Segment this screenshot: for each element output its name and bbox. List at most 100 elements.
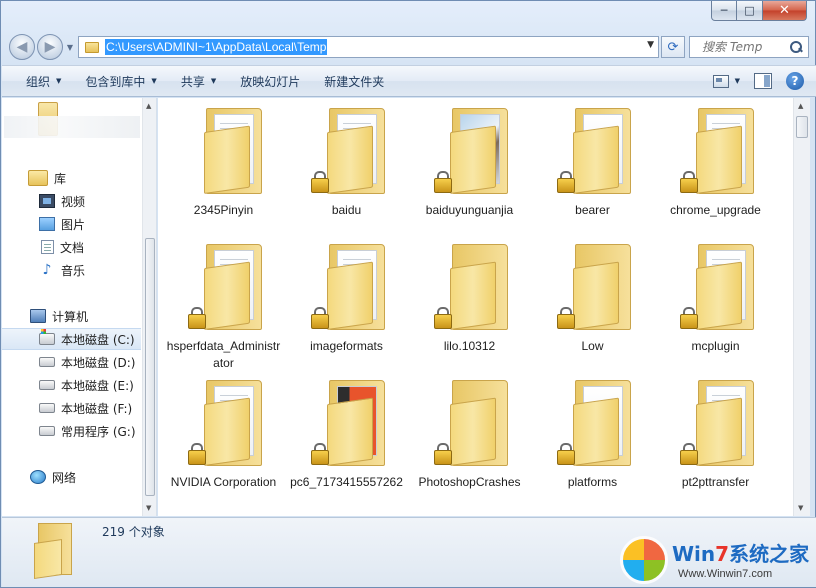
sidebar-item-music[interactable]: ♪ 音乐 [2,259,141,281]
folder-item[interactable]: pt2pttransfer [654,374,777,510]
folder-name: NVIDIA Corporation [170,475,277,489]
help-icon[interactable]: ? [786,72,804,90]
preview-pane-icon[interactable] [754,73,772,89]
search-box[interactable] [689,36,809,58]
folder-icon [32,523,76,579]
slideshow-label: 放映幻灯片 [240,74,301,89]
maximize-button[interactable]: □ [737,1,763,21]
close-button[interactable]: ✕ [763,1,807,21]
scroll-down-icon[interactable]: ▼ [146,504,151,512]
address-path[interactable]: C:\Users\ADMINI~1\AppData\Local\Temp [105,39,328,55]
sidebar-item-drive-g[interactable]: 常用程序 (G:) [2,420,141,442]
lock-icon [187,307,206,329]
sidebar-item-label: 本地磁盘 (F:) [61,401,133,416]
scrollbar-thumb[interactable] [796,116,808,138]
sidebar-item-drive-c[interactable]: 本地磁盘 (C:) [2,328,141,350]
forward-button[interactable]: ▶ [37,34,63,60]
content-scrollbar[interactable]: ▲ ▼ [793,98,810,516]
folder-item[interactable]: baiduyunguanjia [408,102,531,238]
folder-icon [307,238,387,334]
scroll-up-icon[interactable]: ▲ [798,102,803,110]
folder-name: 2345Pinyin [193,203,254,217]
folder-icon [676,102,756,198]
lock-icon [556,171,575,193]
watermark-url: Www.Winwin7.com [678,568,773,580]
lock-icon [679,443,698,465]
folder-item[interactable]: PhotoshopCrashes [408,374,531,510]
sidebar-item-videos[interactable]: 视频 [2,190,141,212]
folder-item[interactable]: lilo.10312 [408,238,531,374]
folder-name: hsperfdata_Administrator [166,339,281,370]
folder-item[interactable]: hsperfdata_Administrator [162,238,285,374]
sidebar-item-label: 本地磁盘 (C:) [61,332,135,347]
share-menu[interactable]: 共享 ▼ [171,73,230,90]
video-icon [39,194,55,208]
folder-icon [85,41,99,53]
folder-name: baidu [331,203,362,217]
sidebar-item-label: 文档 [60,240,85,255]
folder-icon [184,238,264,334]
blurred-item [4,116,140,138]
recent-pages-dropdown[interactable]: ▼ [63,43,77,52]
refresh-button[interactable]: ⟳ [661,36,685,58]
include-in-library-menu[interactable]: 包含到库中 ▼ [75,73,170,90]
new-folder-button[interactable]: 新建文件夹 [314,73,398,90]
folder-item[interactable]: bearer [531,102,654,238]
folder-item[interactable]: mcplugin [654,238,777,374]
folder-item[interactable]: platforms [531,374,654,510]
watermark: Win7系统之家 Www.Winwin7.com [620,536,816,586]
organize-menu[interactable]: 组织 ▼ [16,73,75,90]
folder-name: PhotoshopCrashes [418,475,521,489]
sidebar-item-drive-e[interactable]: 本地磁盘 (E:) [2,374,141,396]
chevron-down-icon: ▼ [151,77,157,85]
scrollbar-thumb[interactable] [145,238,155,496]
folder-name: Low [581,339,604,353]
sidebar-item-libraries[interactable]: 库 [2,167,141,189]
folder-item[interactable]: NVIDIA Corporation [162,374,285,510]
item-count: 219 个对象 [102,525,165,539]
sidebar-item-label: 网络 [52,470,77,485]
sidebar-item-computer[interactable]: 计算机 [2,305,141,327]
sidebar-item-drive-d[interactable]: 本地磁盘 (D:) [2,351,141,373]
folder-item[interactable]: 2345Pinyin [162,102,285,238]
view-options-chevron-icon[interactable]: ▼ [735,77,740,85]
back-button[interactable]: ◀ [9,34,35,60]
folder-item[interactable]: chrome_upgrade [654,102,777,238]
folder-icon [184,374,264,470]
explorer-window: ─ □ ✕ ◀ ▶ ▼ C:\Users\ADMINI~1\AppData\Lo… [0,0,816,588]
details-pane: 219 个对象 Win7系统之家 Www.Winwin7.com [2,517,816,587]
sidebar-item-label: 图片 [61,217,86,232]
folder-icon [307,102,387,198]
change-view-icon[interactable] [712,74,729,88]
folder-icon [430,102,510,198]
address-dropdown-icon[interactable]: ▼ [647,40,654,50]
sidebar-item-drive-f[interactable]: 本地磁盘 (F:) [2,397,141,419]
sidebar-item-network[interactable]: 网络 [2,466,141,488]
scroll-up-icon[interactable]: ▲ [146,102,151,110]
folder-item[interactable]: imageformats [285,238,408,374]
sidebar-item-label: 本地磁盘 (E:) [61,378,134,393]
navigation-pane: 库 视频 图片 文档 ♪ 音乐 计算机 本地磁盘 (C:) 本地磁盘 (D:) [2,98,157,516]
slideshow-button[interactable]: 放映幻灯片 [230,73,314,90]
command-bar: 组织 ▼ 包含到库中 ▼ 共享 ▼ 放映幻灯片 新建文件夹 ▼ ? [2,65,816,97]
minimize-button[interactable]: ─ [711,1,737,21]
lock-icon [679,307,698,329]
scroll-down-icon[interactable]: ▼ [798,504,803,512]
sidebar-item-documents[interactable]: 文档 [2,236,141,258]
sidebar-item-pictures[interactable]: 图片 [2,213,141,235]
folder-item[interactable]: baidu [285,102,408,238]
folder-name: baiduyunguanjia [425,203,514,217]
folder-item[interactable]: pc6_7173415557262 [285,374,408,510]
drive-icon [39,426,55,436]
navigation-scrollbar[interactable]: ▲ ▼ [142,98,156,516]
folder-item[interactable]: Low [531,238,654,374]
search-icon[interactable] [790,41,802,53]
sidebar-item-label: 音乐 [61,263,86,278]
sidebar-item-label: 常用程序 (G:) [61,424,136,439]
search-input[interactable] [702,40,788,54]
folder-name: lilo.10312 [443,339,496,353]
watermark-title: Win7系统之家 [672,542,810,566]
address-bar[interactable]: C:\Users\ADMINI~1\AppData\Local\Temp ▼ [78,36,659,58]
share-label: 共享 [180,74,205,89]
folder-name: pc6_7173415557262 [290,475,403,489]
